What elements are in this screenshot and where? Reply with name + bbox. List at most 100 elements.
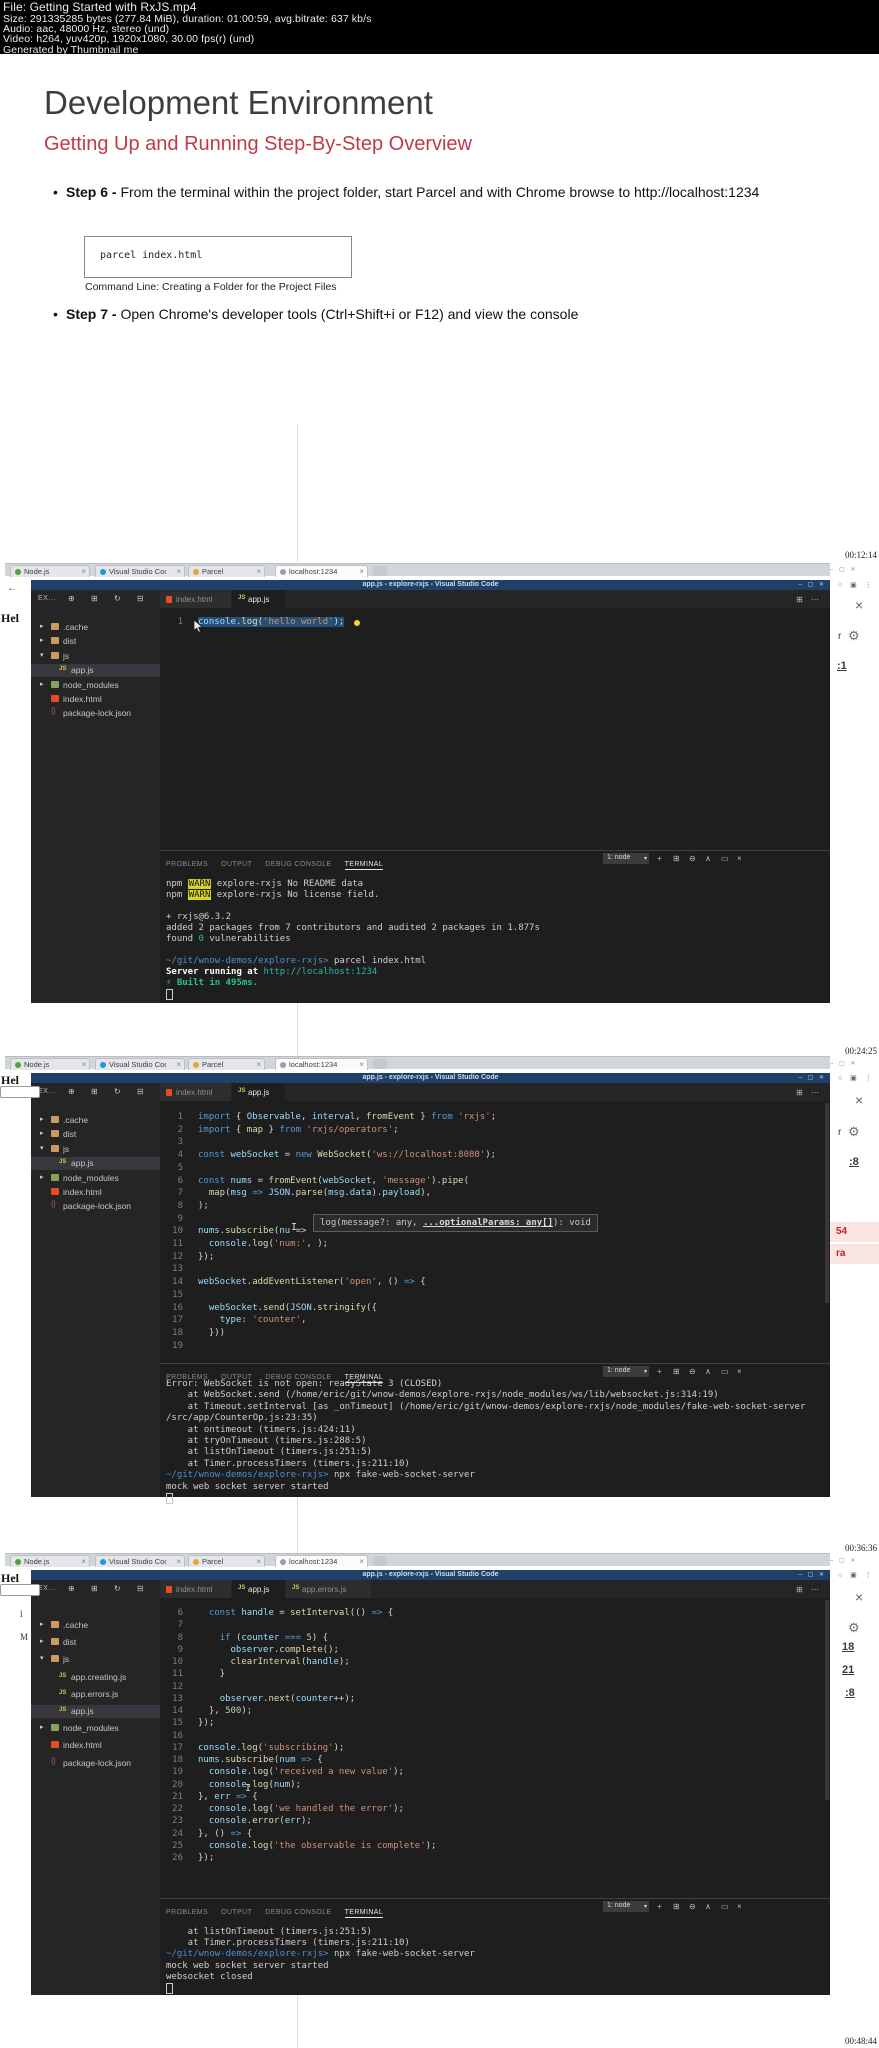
collapse-panel-icon[interactable]: ∧: [705, 854, 711, 863]
new-terminal-icon[interactable]: +: [657, 854, 662, 863]
refresh-explorer-icon[interactable]: ↻: [114, 1087, 121, 1096]
tab-close-icon[interactable]: ×: [176, 1060, 181, 1069]
new-tab-button[interactable]: [373, 1059, 387, 1069]
file-item[interactable]: JS app.js: [31, 664, 160, 678]
panel-tab[interactable]: PROBLEMS: [166, 861, 208, 868]
browser-tab[interactable]: localhost:1234 ×: [275, 565, 368, 577]
new-tab-button[interactable]: [373, 1556, 387, 1566]
split-terminal-icon[interactable]: ⊞: [673, 1902, 680, 1911]
browser-tab[interactable]: localhost:1234 ×: [275, 1058, 368, 1070]
panel-tab[interactable]: TERMINAL: [344, 1909, 384, 1918]
link-fragment[interactable]: :8: [845, 1687, 855, 1699]
tab-close-icon[interactable]: ×: [359, 1060, 364, 1069]
link-fragment[interactable]: 21: [842, 1664, 854, 1676]
maximize-panel-icon[interactable]: ▭: [721, 1367, 729, 1376]
new-file-icon[interactable]: ⊕: [68, 1584, 75, 1593]
tab-close-icon[interactable]: ×: [359, 1557, 364, 1566]
new-file-icon[interactable]: ⊕: [68, 594, 75, 603]
file-item[interactable]: index.html: [31, 1186, 160, 1199]
browser-tab[interactable]: localhost:1234 ×: [275, 1555, 368, 1567]
file-item[interactable]: ▸ node_modules: [31, 1722, 160, 1735]
editor-layout-actions[interactable]: ⊞ ⋯: [796, 1088, 822, 1097]
link-fragment[interactable]: :1: [837, 660, 847, 672]
collapse-folders-icon[interactable]: ⊟: [137, 1087, 144, 1096]
panel-tab[interactable]: TERMINAL: [344, 861, 384, 870]
panel-tab[interactable]: PROBLEMS: [166, 1909, 208, 1916]
split-terminal-icon[interactable]: ⊞: [673, 1367, 680, 1376]
tab-close-icon[interactable]: ×: [256, 567, 261, 576]
tab-close-icon[interactable]: ×: [256, 1060, 261, 1069]
tab-close-icon[interactable]: ×: [81, 567, 86, 576]
new-terminal-icon[interactable]: +: [657, 1367, 662, 1376]
refresh-explorer-icon[interactable]: ↻: [114, 1584, 121, 1593]
tab-close-icon[interactable]: ×: [81, 1060, 86, 1069]
tab-close-icon[interactable]: ×: [176, 567, 181, 576]
browser-tab[interactable]: Parcel ×: [188, 565, 265, 577]
file-item[interactable]: ▸ dist: [31, 1636, 160, 1649]
tab-close-icon[interactable]: ×: [176, 1557, 181, 1566]
kill-terminal-icon[interactable]: ⊖: [689, 1902, 696, 1911]
browser-toolbar-icons[interactable]: ○ ▣ ⋮: [838, 1074, 875, 1082]
new-tab-button[interactable]: [373, 566, 387, 576]
file-item[interactable]: {} package-lock.json: [31, 1200, 160, 1213]
tab-close-icon[interactable]: ×: [359, 567, 364, 576]
refresh-explorer-icon[interactable]: ↻: [114, 594, 121, 603]
close-panel-icon[interactable]: ×: [737, 854, 742, 863]
close-panel-icon[interactable]: ×: [737, 1902, 742, 1911]
browser-tab[interactable]: Parcel ×: [188, 1058, 265, 1070]
kill-terminal-icon[interactable]: ⊖: [689, 1367, 696, 1376]
browser-tab[interactable]: Node.js ×: [10, 1058, 90, 1070]
file-item[interactable]: {} package-lock.json: [31, 1757, 160, 1770]
gear-icon[interactable]: ⚙: [848, 1124, 860, 1140]
split-terminal-icon[interactable]: ⊞: [673, 854, 680, 863]
close-panel-icon[interactable]: ×: [737, 1367, 742, 1376]
browser-tab[interactable]: Parcel ×: [188, 1555, 265, 1567]
file-item[interactable]: index.html: [31, 1739, 160, 1752]
browser-tab[interactable]: Node.js ×: [10, 1555, 90, 1567]
editor-tab[interactable]: index.html: [160, 1083, 232, 1101]
file-item[interactable]: ▾ js: [31, 1143, 160, 1156]
terminal-selector[interactable]: 1: node ▾: [603, 853, 649, 864]
new-folder-icon[interactable]: ⊞: [91, 1087, 98, 1096]
new-folder-icon[interactable]: ⊞: [91, 1584, 98, 1593]
editor-tab[interactable]: JS app.js: [232, 1083, 286, 1101]
window-controls[interactable]: ‒ ▢ ✕: [799, 1074, 826, 1081]
file-item[interactable]: ▸ .cache: [31, 621, 160, 634]
browser-tab[interactable]: Visual Studio Code ×: [95, 565, 185, 577]
file-item[interactable]: JS app.creating.js: [31, 1671, 160, 1684]
file-item[interactable]: index.html: [31, 693, 160, 706]
file-item[interactable]: ▸ node_modules: [31, 1172, 160, 1185]
close-icon[interactable]: ×: [855, 1092, 863, 1108]
window-controls-fragment[interactable]: ‒ ▢ ✕: [830, 1060, 857, 1067]
browser-tab[interactable]: Node.js ×: [10, 565, 90, 577]
maximize-panel-icon[interactable]: ▭: [721, 1902, 729, 1911]
collapse-folders-icon[interactable]: ⊟: [137, 1584, 144, 1593]
close-icon[interactable]: ×: [855, 597, 863, 613]
file-item[interactable]: ▾ js: [31, 650, 160, 663]
panel-tab[interactable]: DEBUG CONSOLE: [265, 861, 331, 868]
editor-tab[interactable]: JS app.js: [232, 590, 286, 608]
file-item[interactable]: ▾ js: [31, 1653, 160, 1666]
lightbulb-icon[interactable]: [354, 620, 360, 626]
window-controls[interactable]: ‒ ▢ ✕: [799, 1571, 826, 1578]
close-icon[interactable]: ×: [855, 1589, 863, 1605]
window-controls-fragment[interactable]: ‒ ▢ ✕: [830, 1557, 857, 1564]
terminal-selector[interactable]: 1: node ▾: [603, 1901, 649, 1912]
maximize-panel-icon[interactable]: ▭: [721, 854, 729, 863]
editor-tab[interactable]: index.html: [160, 1580, 232, 1598]
gear-icon[interactable]: ⚙: [848, 628, 860, 644]
kill-terminal-icon[interactable]: ⊖: [689, 854, 696, 863]
editor-tab[interactable]: JS app.js: [232, 1580, 286, 1598]
collapse-folders-icon[interactable]: ⊟: [137, 594, 144, 603]
panel-tab[interactable]: OUTPUT: [221, 861, 252, 868]
panel-tab[interactable]: OUTPUT: [221, 1909, 252, 1916]
file-item[interactable]: ▸ .cache: [31, 1619, 160, 1632]
file-item[interactable]: {} package-lock.json: [31, 707, 160, 720]
file-item[interactable]: ▸ dist: [31, 635, 160, 648]
file-item[interactable]: ▸ .cache: [31, 1114, 160, 1127]
editor-tab[interactable]: JS app.errors.js: [286, 1580, 372, 1598]
window-controls[interactable]: ‒ ▢ ✕: [799, 581, 826, 588]
back-arrow-icon[interactable]: ←: [7, 583, 17, 594]
editor-scrollbar[interactable]: [825, 1103, 829, 1303]
gear-icon[interactable]: ⚙: [848, 1620, 860, 1636]
